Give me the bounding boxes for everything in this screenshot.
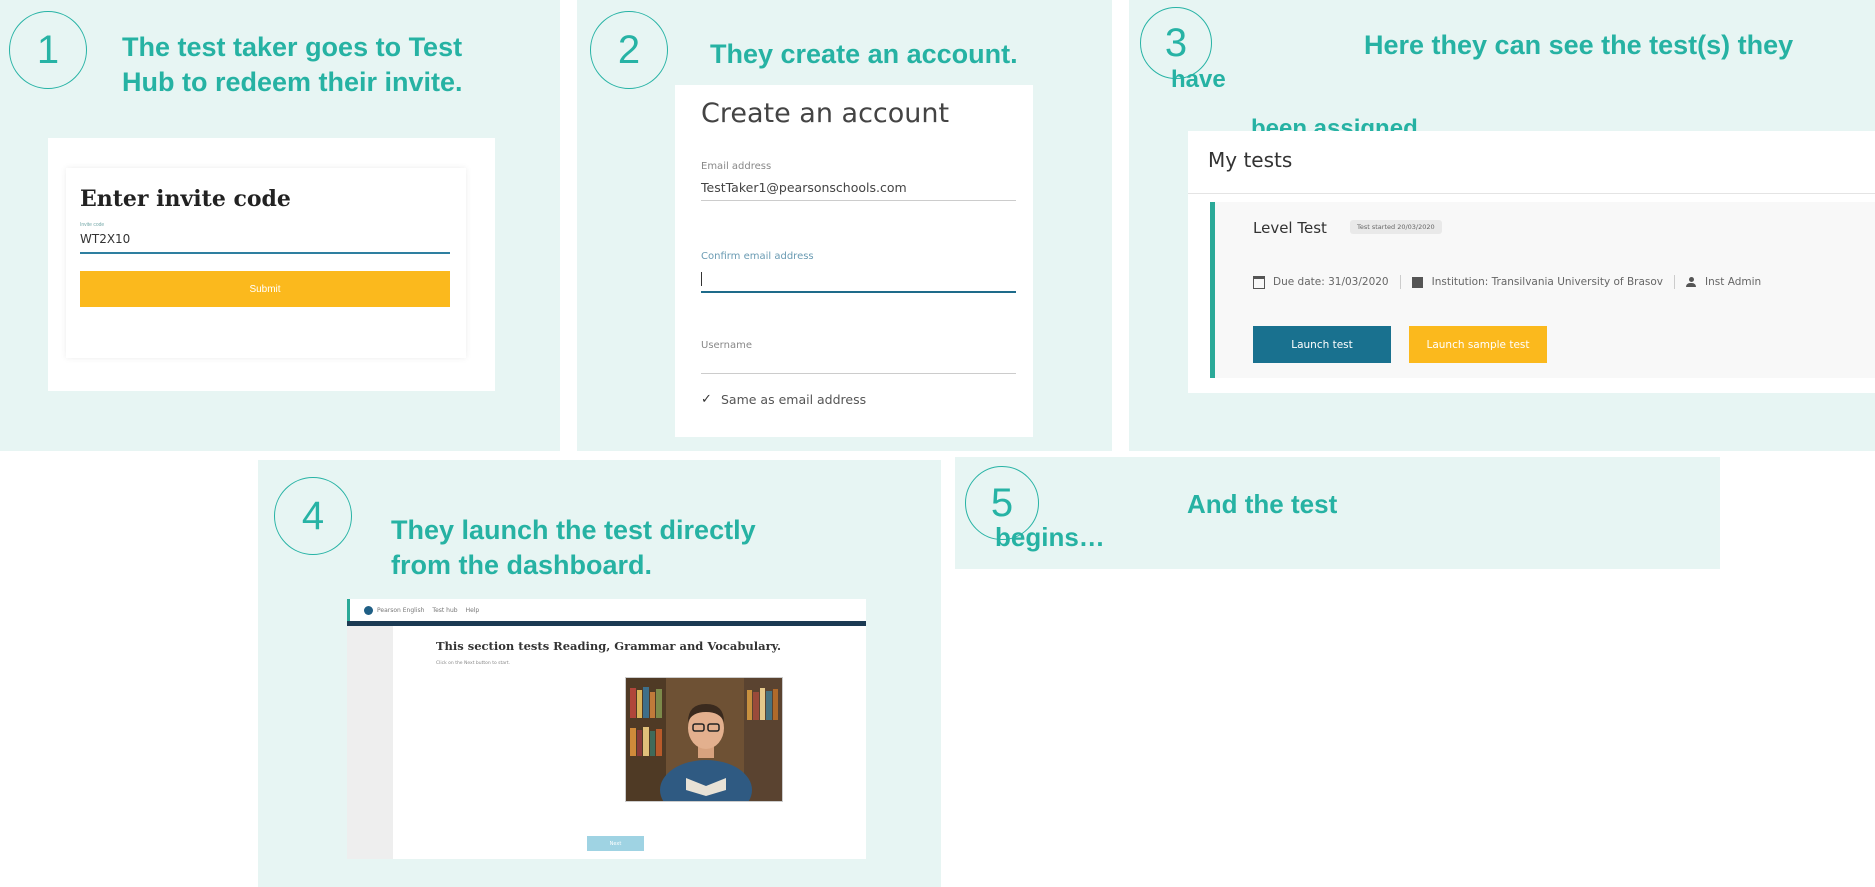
step-3-panel: 3 Here they can see the test(s) they hav… (1129, 0, 1875, 451)
step-1-caption-line-1: The test taker goes to Test (122, 32, 463, 62)
invite-title: Enter invite code (80, 186, 291, 212)
test-item: Level Test Test started 20/03/2020 Due d… (1210, 202, 1875, 378)
user-icon (1686, 277, 1697, 287)
meta-divider (1399, 275, 1401, 289)
step-4-caption: They launch the test directly from the d… (391, 513, 756, 583)
step-3-caption-line-1: Here they can see the test(s) they (1364, 30, 1794, 60)
step-3-caption-line-2: have (1171, 66, 1226, 93)
pearson-logo-icon (364, 605, 373, 615)
step-1-caption-line-2: Hub to redeem their invite. (122, 67, 463, 97)
my-tests-card: My tests Level Test Test started 20/03/2… (1188, 131, 1875, 393)
test-meta: Due date: 31/03/2020 Institution: Transi… (1253, 274, 1761, 290)
invite-field-label: Invite code (80, 222, 105, 228)
nav-test-hub[interactable]: Test hub (432, 607, 457, 614)
create-account-title: Create an account (701, 98, 950, 129)
create-account-card: Create an account Email address TestTake… (675, 85, 1033, 437)
test-topbar: Pearson English Test hub Help (347, 599, 866, 621)
same-as-email-checkbox[interactable]: ✓ Same as email address (701, 390, 866, 408)
step-1-panel: 1 The test taker goes to Test Hub to red… (0, 0, 560, 451)
invite-form: Enter invite code Invite code WT2X10 Sub… (66, 168, 466, 358)
text-cursor (701, 272, 702, 286)
institution-icon (1411, 276, 1423, 288)
step-4-panel: 4 They launch the test directly from the… (258, 460, 941, 887)
step-1-number: 1 (9, 11, 87, 89)
institution: Institution: Transilvania University of … (1431, 276, 1664, 288)
username-field[interactable] (701, 357, 1016, 374)
submit-button[interactable]: Submit (80, 271, 450, 307)
step-1-caption: The test taker goes to Test Hub to redee… (122, 30, 542, 100)
invite-card: Enter invite code Invite code WT2X10 Sub… (48, 138, 495, 391)
test-left-rail (347, 626, 393, 859)
test-progress-bar (347, 621, 866, 626)
step-5-caption-line-2: begins… (995, 522, 1105, 552)
step-5-caption-line-1: And the test (1187, 489, 1338, 519)
my-tests-title: My tests (1208, 148, 1293, 172)
step-2-caption: They create an account. (710, 39, 1018, 69)
step-2-number: 2 (590, 11, 668, 89)
calendar-icon (1253, 275, 1265, 289)
confirm-email-field[interactable] (701, 269, 1016, 293)
step-2-panel: 2 They create an account. Create an acco… (577, 0, 1112, 451)
nav-help[interactable]: Help (466, 607, 480, 614)
invite-code-input[interactable]: WT2X10 (80, 232, 450, 254)
my-tests-header-divider (1188, 193, 1875, 194)
launch-sample-test-button[interactable]: Launch sample test (1409, 326, 1547, 363)
username-label: Username (701, 340, 752, 351)
due-date: Due date: 31/03/2020 (1273, 276, 1389, 288)
step-4-caption-line-1: They launch the test directly (391, 515, 756, 545)
student-reading-photo (626, 678, 782, 801)
email-label: Email address (701, 161, 772, 172)
next-button[interactable]: Next (587, 836, 644, 851)
test-name: Level Test (1253, 219, 1327, 237)
admin-name: Inst Admin (1705, 276, 1762, 288)
step-4-number: 4 (274, 477, 352, 555)
reading-student-image (625, 677, 783, 802)
confirm-email-label: Confirm email address (701, 251, 814, 262)
check-icon: ✓ (701, 391, 712, 406)
test-screen-card: Pearson English Test hub Help This secti… (347, 599, 866, 859)
same-as-email-label: Same as email address (721, 391, 867, 407)
launch-test-button[interactable]: Launch test (1253, 326, 1391, 363)
section-heading: This section tests Reading, Grammar and … (436, 639, 781, 653)
email-field[interactable]: TestTaker1@pearsonschools.com (701, 180, 1016, 201)
test-instruction: Click on the Next button to start. (436, 661, 511, 666)
step-5-panel: 5 And the test begins… (955, 457, 1720, 569)
step-4-caption-line-2: from the dashboard. (391, 550, 653, 580)
status-badge: Test started 20/03/2020 (1350, 220, 1442, 234)
brand-name: Pearson English (377, 606, 425, 614)
meta-divider (1674, 275, 1676, 289)
